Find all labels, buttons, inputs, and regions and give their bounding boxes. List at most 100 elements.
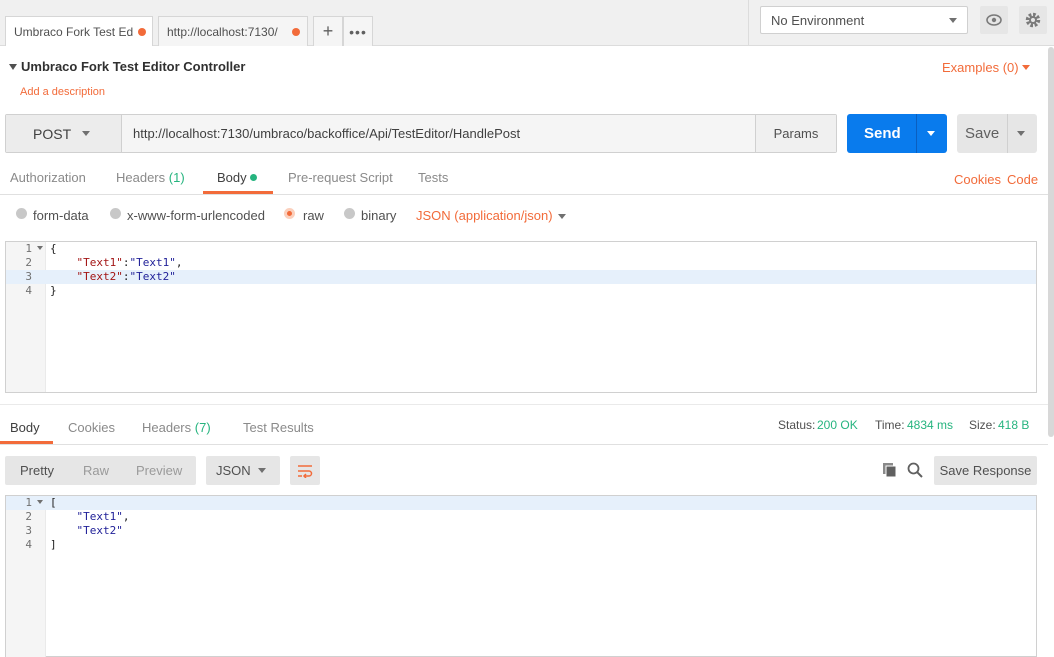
line-number: 4: [25, 538, 32, 551]
line-number: 3: [25, 270, 32, 283]
code-line: "Text1":"Text1",: [50, 256, 183, 269]
preview-button[interactable]: Preview: [136, 463, 182, 478]
response-tab-headers[interactable]: Headers (7): [142, 420, 211, 435]
code-line: {: [50, 242, 57, 255]
tab-prerequest-script[interactable]: Pre-request Script: [288, 170, 393, 185]
response-body-viewer[interactable]: [5, 495, 1037, 657]
format-select[interactable]: JSON: [206, 456, 280, 485]
line-number: 2: [25, 510, 32, 523]
eye-icon[interactable]: [980, 6, 1008, 34]
add-description-link[interactable]: Add a description: [20, 86, 105, 98]
radio-urlencoded[interactable]: [110, 208, 121, 219]
code-line: ]: [50, 538, 57, 551]
scrollbar[interactable]: [1048, 47, 1054, 437]
code-line: [: [50, 496, 57, 509]
divider: [0, 194, 1048, 195]
radio-binary[interactable]: [344, 208, 355, 219]
collapse-triangle-icon[interactable]: [9, 64, 17, 70]
send-label: Send: [864, 125, 901, 142]
status-label: Status:: [778, 418, 816, 432]
examples-dropdown[interactable]: Examples (0): [942, 60, 1019, 75]
divider: [916, 114, 917, 153]
raw-label[interactable]: raw: [303, 208, 324, 223]
chevron-down-icon: [1022, 65, 1030, 70]
tab-request-2[interactable]: http://localhost:7130/: [158, 16, 308, 46]
line-number: 1: [25, 242, 32, 255]
divider: [0, 444, 1048, 445]
json-value: "Text1": [76, 510, 123, 523]
chevron-down-icon[interactable]: [927, 131, 935, 136]
copy-icon[interactable]: [882, 462, 898, 481]
size-value: 418 B: [998, 418, 1030, 432]
code-line: "Text2":"Text2": [50, 270, 176, 283]
size-label: Size:: [969, 418, 996, 432]
environment-value: No Environment: [771, 12, 865, 28]
request-name: Umbraco Fork Test Editor Controller: [21, 59, 246, 74]
response-headers-count: (7): [194, 420, 211, 435]
unsaved-dot-icon: [138, 28, 146, 36]
tab-body-label: Body: [217, 170, 247, 185]
divider: [1007, 114, 1008, 153]
tab-authorization[interactable]: Authorization: [10, 170, 86, 185]
response-tab-body[interactable]: Body: [10, 420, 40, 435]
line-number: 4: [25, 284, 32, 297]
form-data-label[interactable]: form-data: [33, 208, 89, 223]
json-value: "Text1": [129, 256, 176, 269]
response-tab-test-results[interactable]: Test Results: [243, 420, 314, 435]
tab-body[interactable]: Body: [217, 170, 247, 185]
format-value: JSON: [216, 463, 251, 478]
search-icon[interactable]: [907, 462, 923, 481]
tab-label: http://localhost:7130/: [167, 24, 278, 39]
save-label: Save: [965, 125, 1000, 142]
chevron-down-icon[interactable]: [1017, 131, 1025, 136]
cookies-link[interactable]: Cookies: [954, 172, 1001, 187]
plus-icon[interactable]: +: [313, 16, 343, 46]
chevron-down-icon: [949, 18, 957, 23]
json-value: "Text2": [76, 524, 123, 537]
more-icon[interactable]: •••: [343, 16, 373, 46]
url-input[interactable]: http://localhost:7130/umbraco/backoffice…: [133, 126, 520, 141]
radio-raw[interactable]: [284, 208, 295, 219]
json-end: ,: [122, 510, 130, 523]
tab-label: Umbraco Fork Test Ed: [14, 24, 134, 39]
send-button[interactable]: Send: [847, 114, 947, 153]
radio-form-data[interactable]: [16, 208, 27, 219]
binary-label[interactable]: binary: [361, 208, 396, 223]
raw-button[interactable]: Raw: [83, 463, 109, 478]
time-value: 4834 ms: [907, 418, 954, 432]
fold-icon[interactable]: [37, 500, 43, 504]
tab-headers[interactable]: Headers (1): [116, 170, 185, 185]
save-button[interactable]: Save: [957, 114, 1037, 153]
divider: [748, 0, 749, 46]
chevron-down-icon: [258, 468, 266, 473]
gear-icon[interactable]: [1019, 6, 1047, 34]
wrap-icon[interactable]: [290, 456, 320, 485]
code-line: "Text1",: [50, 510, 130, 523]
params-button[interactable]: Params: [755, 115, 836, 152]
divider: [0, 404, 1048, 405]
pretty-button[interactable]: Pretty: [20, 463, 54, 478]
tab-headers-label: Headers: [116, 170, 166, 185]
tab-request-1[interactable]: Umbraco Fork Test Ed: [5, 16, 153, 46]
json-key: "Text1": [76, 256, 123, 269]
environment-select[interactable]: No Environment: [760, 6, 968, 34]
fold-icon[interactable]: [37, 246, 43, 250]
line-number: 3: [25, 524, 32, 537]
code-line: }: [50, 284, 57, 297]
status-value: 200 OK: [817, 418, 858, 432]
json-value: "Text2": [129, 270, 176, 283]
content-type-select[interactable]: JSON (application/json): [416, 208, 553, 223]
json-end: ,: [175, 256, 183, 269]
save-response-button[interactable]: Save Response: [934, 456, 1037, 485]
method-select[interactable]: POST: [6, 115, 122, 152]
response-tab-cookies[interactable]: Cookies: [68, 420, 115, 435]
unsaved-dot-icon: [292, 28, 300, 36]
chevron-down-icon: [82, 131, 90, 136]
urlencoded-label[interactable]: x-www-form-urlencoded: [127, 208, 265, 223]
chevron-down-icon[interactable]: [558, 214, 566, 219]
line-number: 1: [25, 496, 32, 509]
code-link[interactable]: Code: [1007, 172, 1038, 187]
headers-count: (1): [168, 170, 185, 185]
line-number: 2: [25, 256, 32, 269]
tab-tests[interactable]: Tests: [418, 170, 448, 185]
